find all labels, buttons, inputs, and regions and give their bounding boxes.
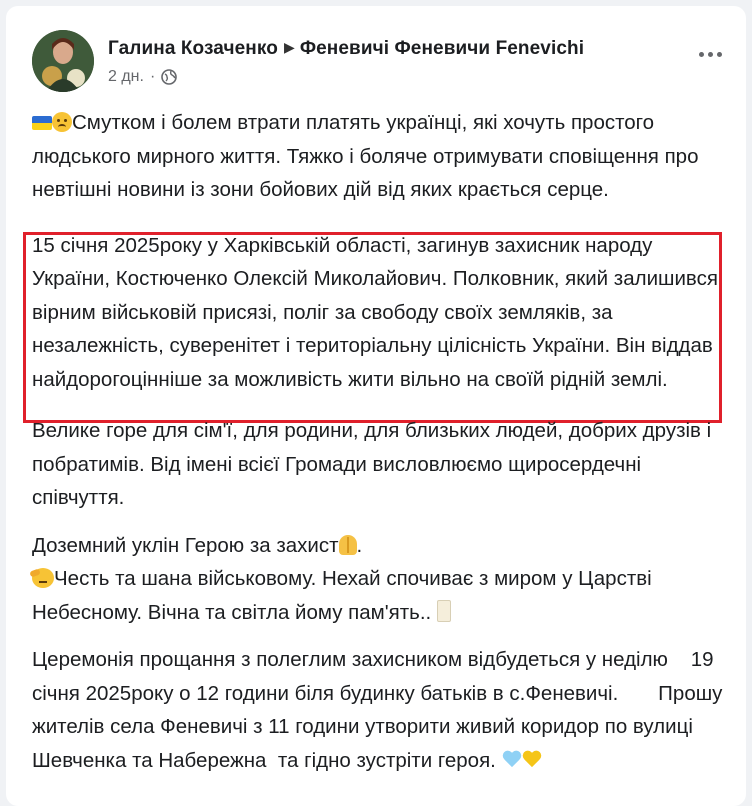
globe-icon[interactable] xyxy=(161,69,178,85)
paragraph-4: Доземний уклін Герою за захист. Честь та … xyxy=(32,529,732,630)
author-line: Галина Козаченко ▶ Феневичі Феневичи Fenev… xyxy=(108,38,584,60)
candle-icon xyxy=(436,599,451,622)
post-timestamp[interactable]: 2 дн. xyxy=(108,68,144,86)
paragraph-1: Смутком і болем втрати платять українці,… xyxy=(32,106,732,207)
group-name[interactable]: Феневичі Феневичи Fenevichi xyxy=(300,38,584,59)
post-meta: 2 дн. · xyxy=(108,68,178,86)
paragraph-4a-text: Доземний уклін Герою за захист xyxy=(32,533,339,557)
caret-right-icon: ▶ xyxy=(283,39,295,55)
meta-separator: · xyxy=(149,68,156,85)
blue-heart-icon xyxy=(502,751,522,769)
more-dot xyxy=(698,51,704,57)
author-avatar[interactable] xyxy=(32,30,94,92)
sad-face-icon xyxy=(52,112,72,132)
paragraph-2: 15 січня 2025року у Харківській області,… xyxy=(32,229,732,397)
post-text: Смутком і болем втрати платять українці,… xyxy=(32,106,732,777)
paragraph-4c-text: Честь та шана військовому. Нехай спочива… xyxy=(32,567,652,624)
more-dot xyxy=(707,51,713,57)
paragraph-1-text: Смутком і болем втрати платять українці,… xyxy=(32,111,699,201)
post-header: Галина Козаченко ▶ Феневичі Феневичи Fenev… xyxy=(32,30,732,100)
praying-hands-icon xyxy=(338,534,357,555)
paragraph-3-text: Велике горе для сім'ї, для родини, для б… xyxy=(32,419,712,509)
author-name[interactable]: Галина Козаченко xyxy=(108,38,278,59)
post-card: Галина Козаченко ▶ Феневичі Феневичи Fenev… xyxy=(6,6,746,806)
paragraph-5-text: Церемонія прощання з полеглим захисником… xyxy=(32,648,729,772)
paragraph-4b-text: . xyxy=(356,533,363,557)
paragraph-5: Церемонія прощання з полеглим захисником… xyxy=(32,643,732,777)
more-dot xyxy=(716,51,722,57)
more-options-button[interactable] xyxy=(692,44,728,64)
saluting-face-icon xyxy=(32,568,54,588)
ukraine-flag-icon xyxy=(32,116,52,130)
avatar-image xyxy=(32,30,94,92)
paragraph-2-text: 15 січня 2025року у Харківській області,… xyxy=(32,233,718,391)
yellow-heart-icon xyxy=(522,751,542,769)
paragraph-3: Велике горе для сім'ї, для родини, для б… xyxy=(32,414,732,515)
